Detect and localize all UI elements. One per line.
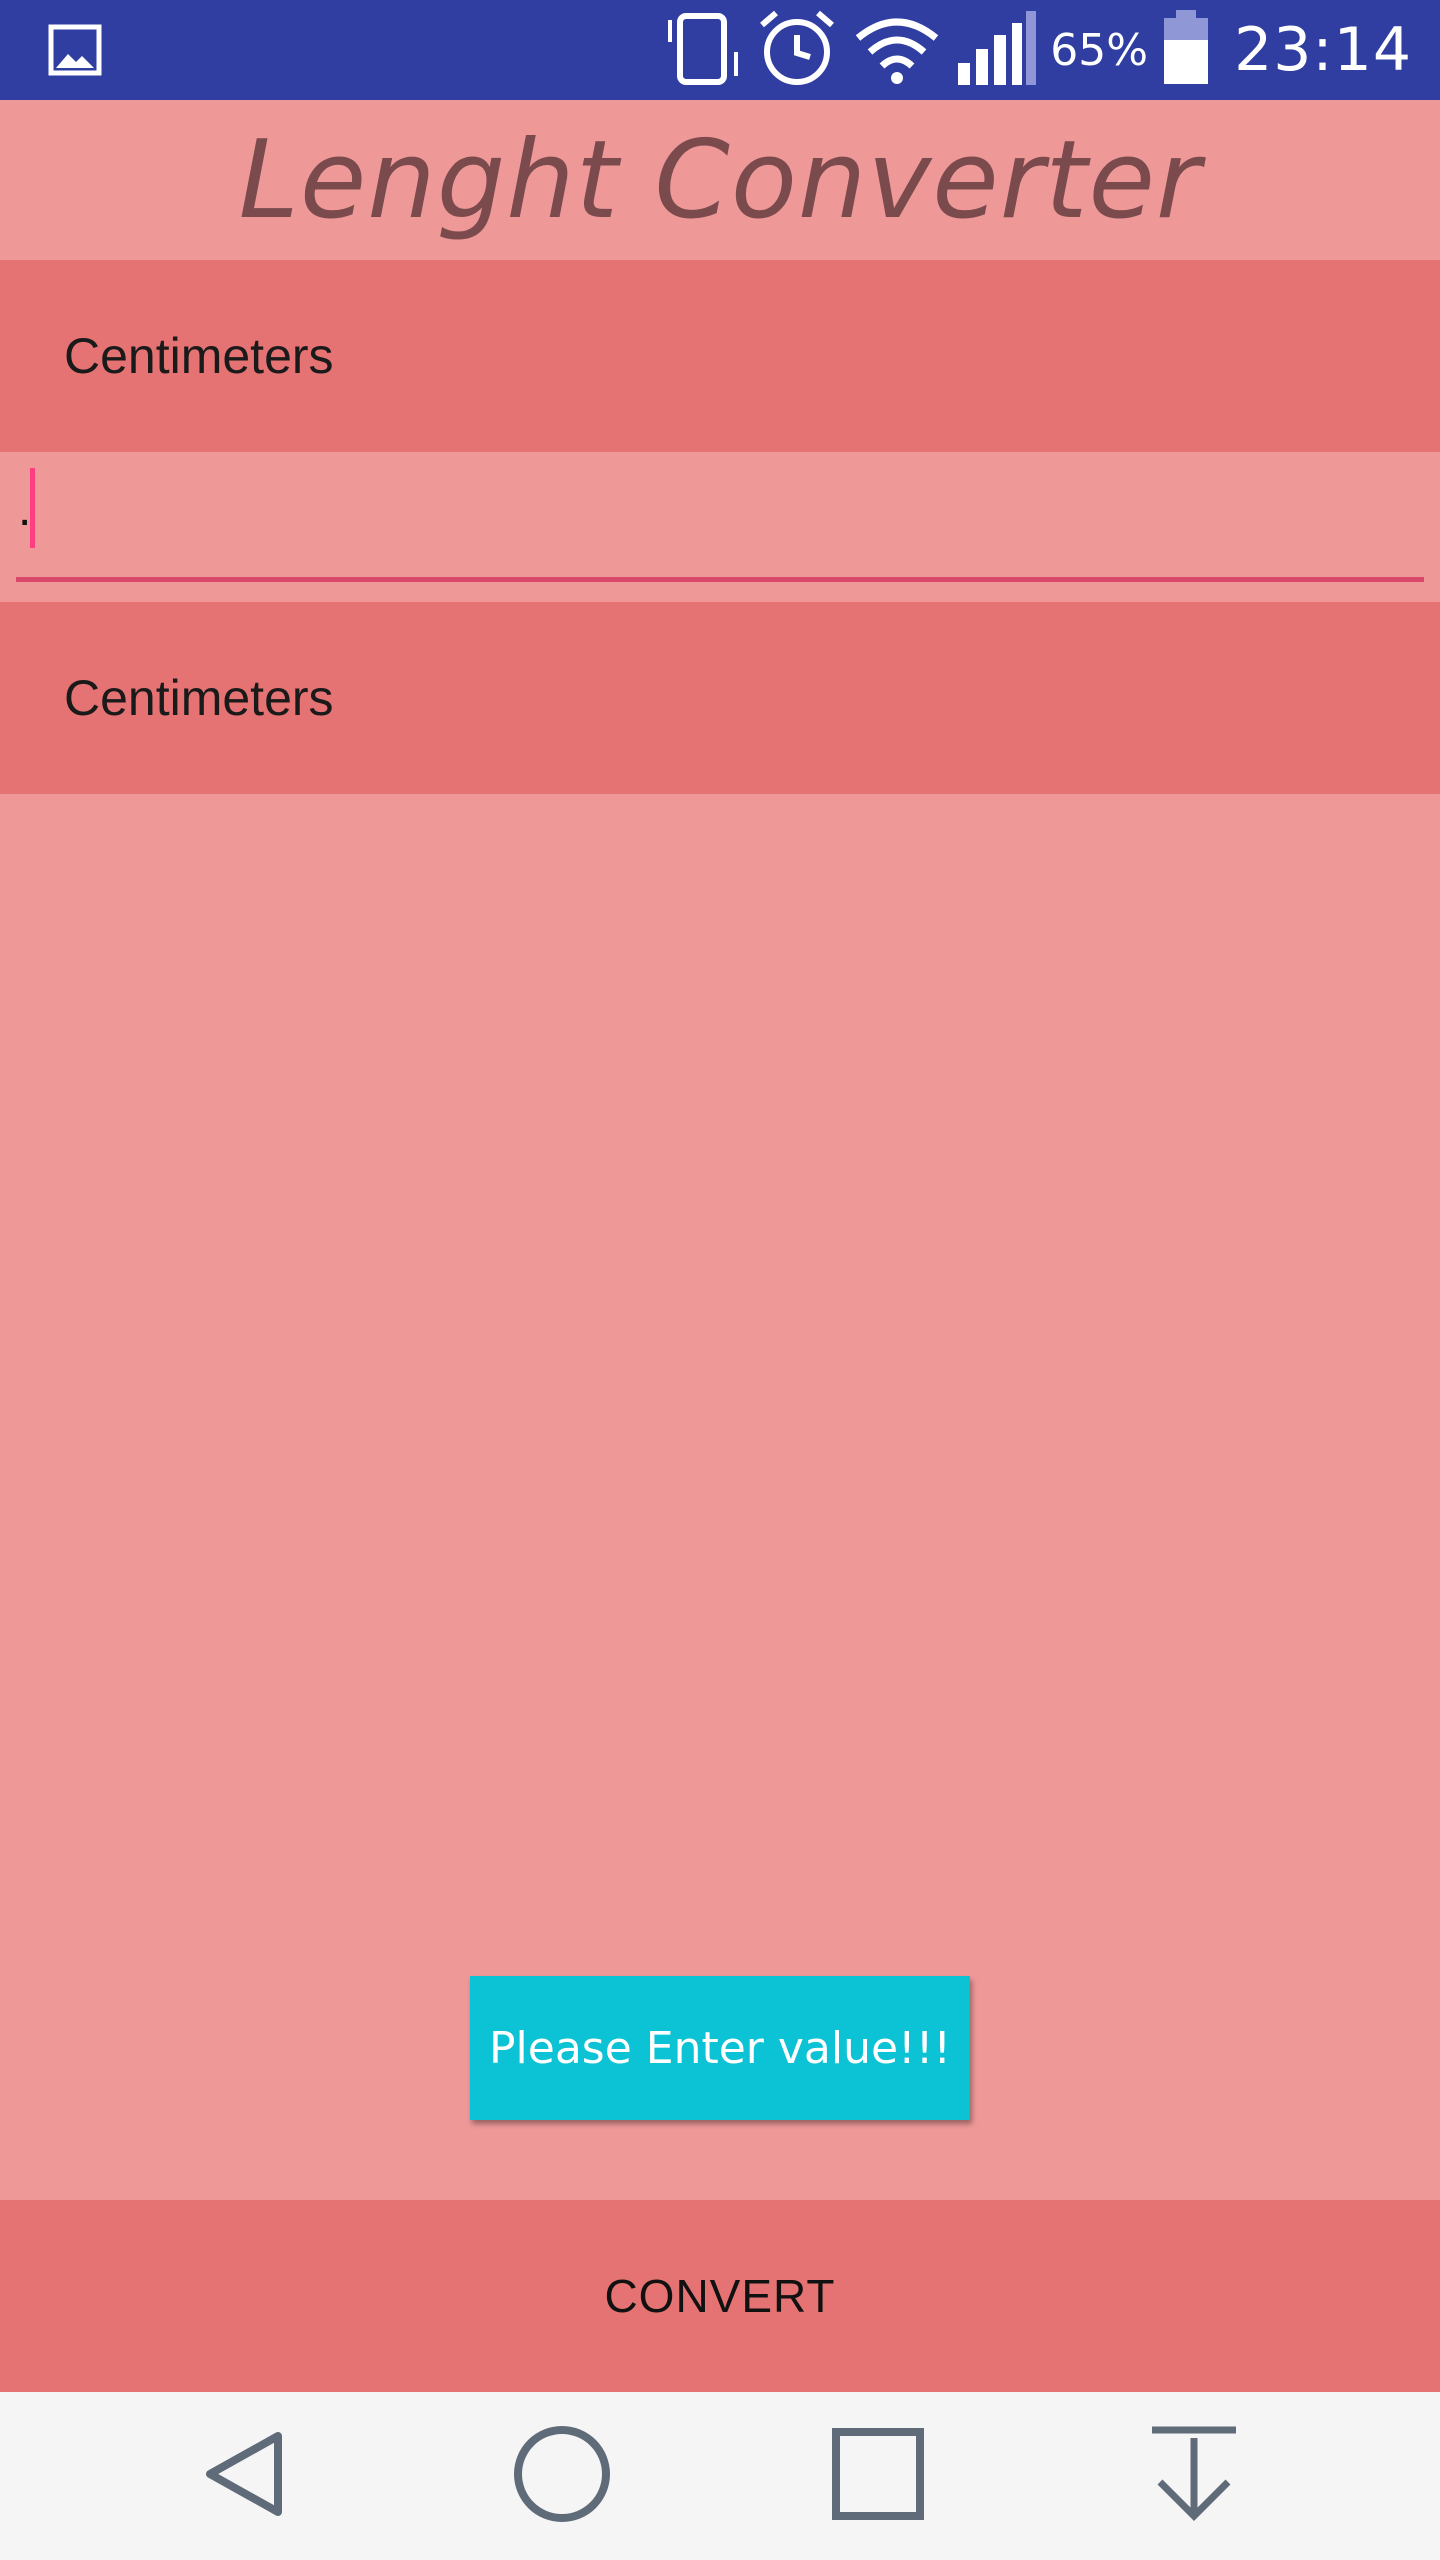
home-icon (512, 2424, 612, 2528)
status-clock: 23:14 (1234, 15, 1412, 85)
navigation-bar (0, 2392, 1440, 2560)
vibrate-icon (664, 10, 742, 90)
recents-icon (828, 2424, 928, 2528)
download-icon (1144, 2424, 1244, 2528)
to-unit-spinner[interactable]: Centimeters (0, 602, 1440, 794)
back-icon (196, 2424, 296, 2528)
convert-button[interactable]: CONVERT (0, 2200, 1440, 2392)
battery-percent: 65% (1050, 24, 1149, 76)
recents-button[interactable] (818, 2416, 938, 2536)
to-unit-label: Centimeters (64, 670, 334, 726)
gallery-icon (48, 24, 102, 76)
status-bar: 65% 23:14 (0, 0, 1440, 100)
app-title: Lenght Converter (238, 117, 1202, 243)
wifi-icon (852, 10, 942, 90)
value-input[interactable]: . (16, 452, 1424, 582)
signal-icon (956, 9, 1038, 91)
alarm-icon (756, 7, 838, 93)
convert-button-label: CONVERT (604, 2270, 836, 2322)
battery-icon (1162, 10, 1210, 90)
status-icons: 65% 23:14 (650, 0, 1412, 100)
home-button[interactable] (502, 2416, 622, 2536)
toast-message: Please Enter value!!! (470, 1976, 970, 2120)
toast-text: Please Enter value!!! (489, 2022, 951, 2074)
from-unit-spinner[interactable]: Centimeters (0, 260, 1440, 452)
notification-pull-button[interactable] (1134, 2416, 1254, 2536)
back-button[interactable] (186, 2416, 306, 2536)
from-unit-label: Centimeters (64, 328, 334, 384)
text-cursor (30, 468, 35, 548)
